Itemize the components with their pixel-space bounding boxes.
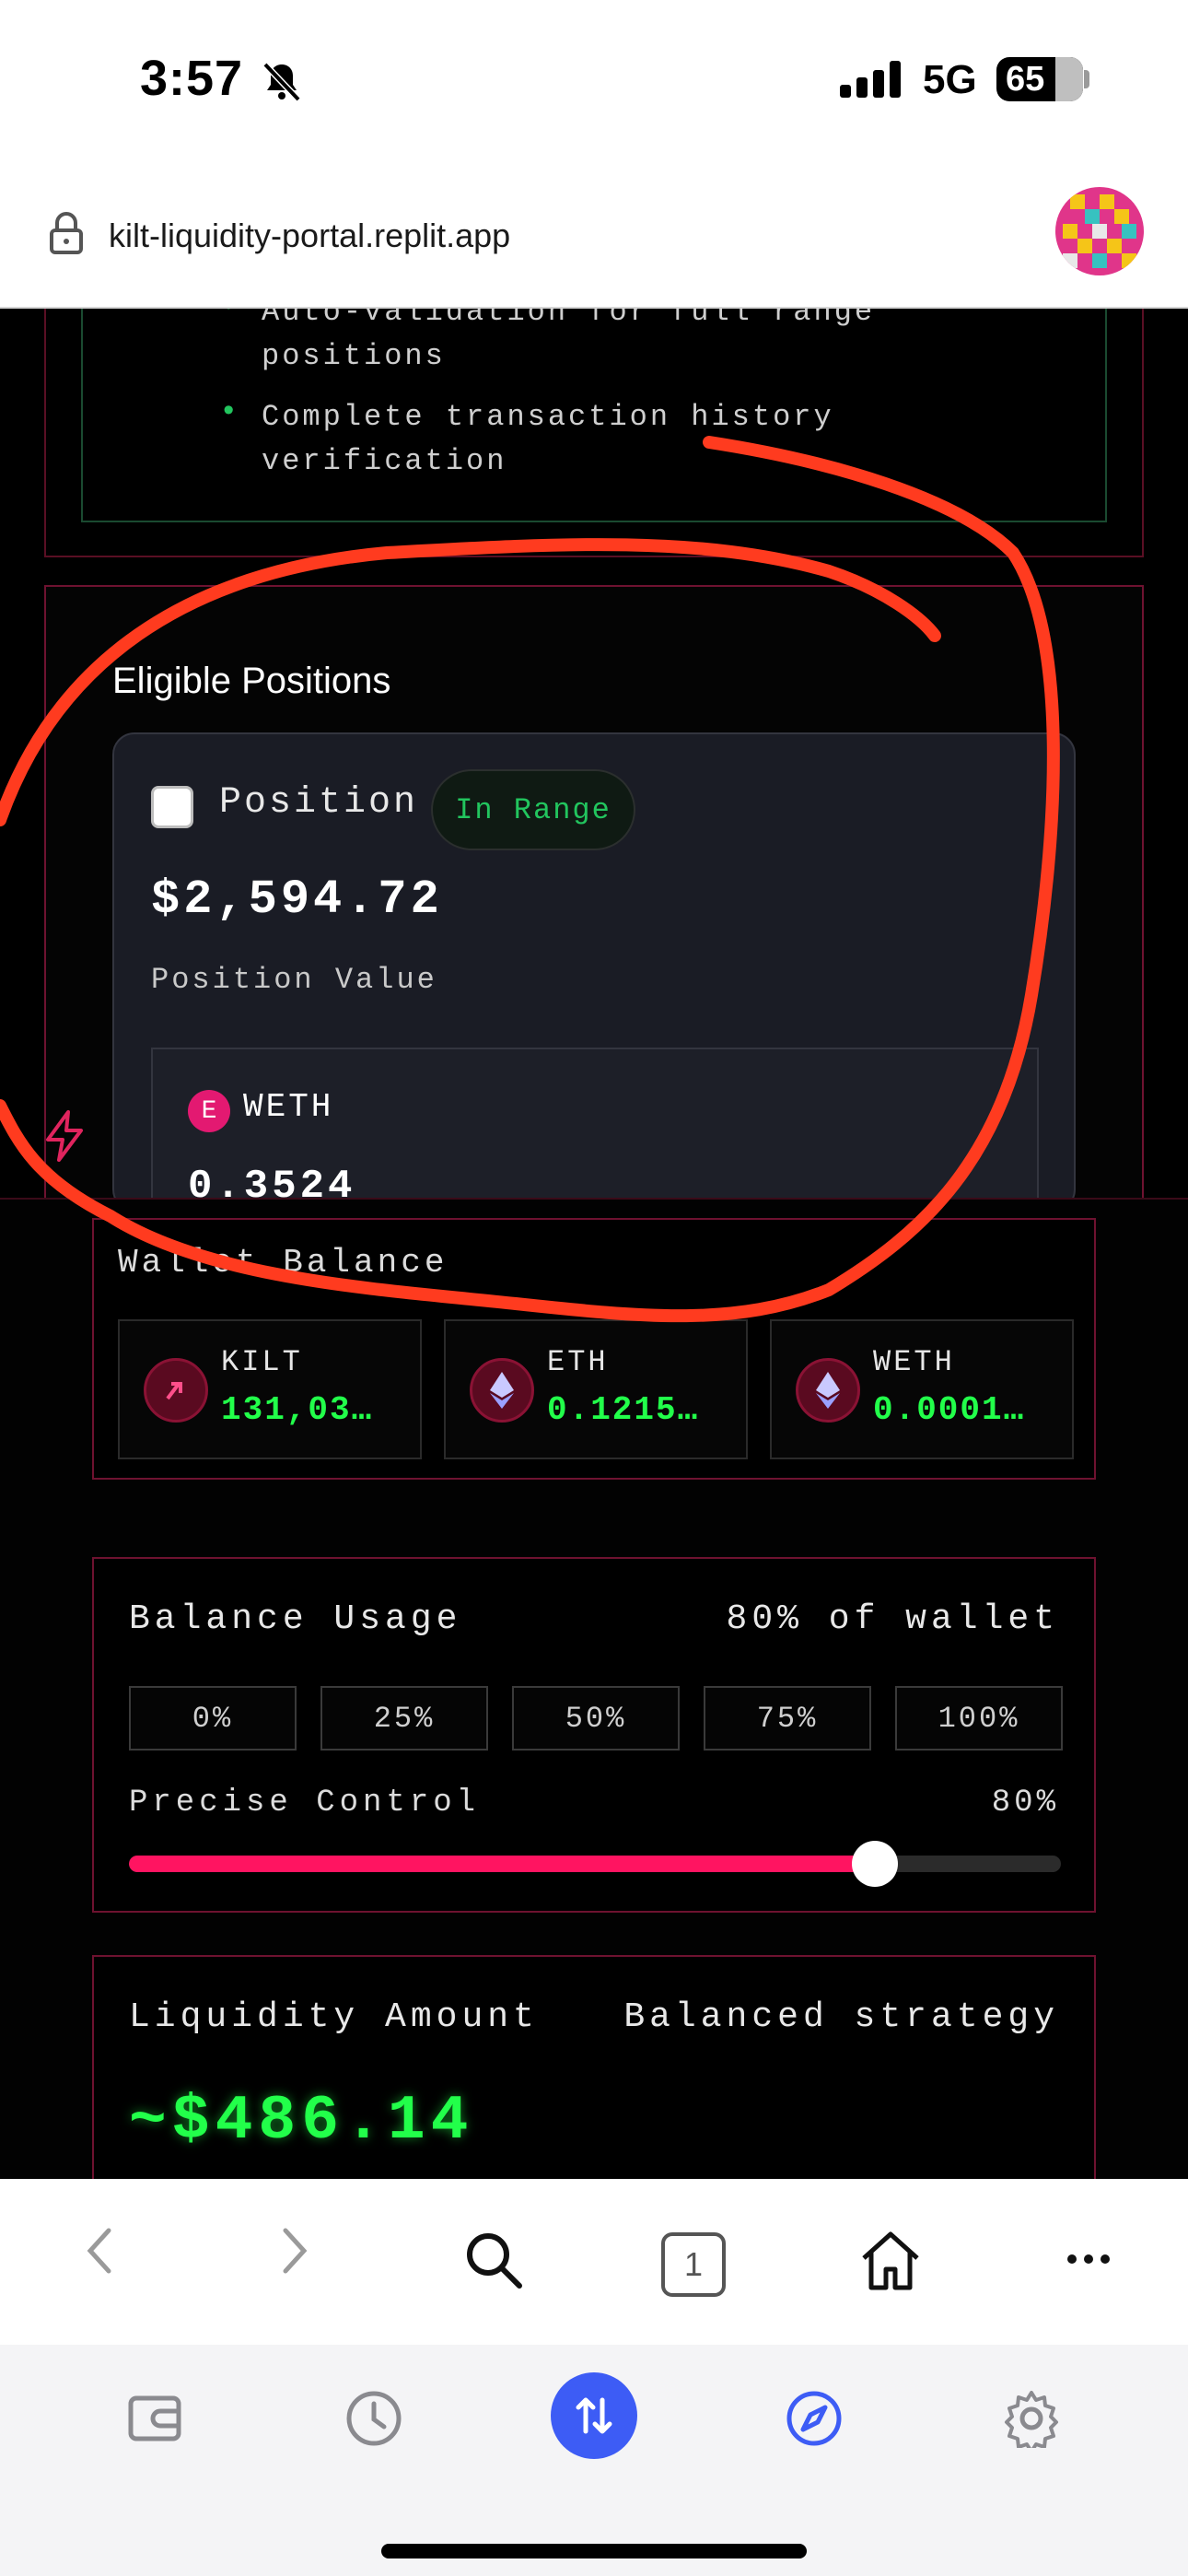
forward-icon[interactable]: [276, 2223, 313, 2278]
preset-50-button[interactable]: 50%: [512, 1686, 680, 1751]
feature-line: Auto-validation for full range: [262, 309, 876, 329]
precise-control-value: 80%: [991, 1786, 1059, 1821]
wallet-balance-card: Wallet Balance KILT 131,03… ETH 0.1215…: [92, 1218, 1096, 1480]
kilt-icon: [144, 1358, 208, 1423]
explore-icon[interactable]: [785, 2389, 844, 2448]
preset-25-button[interactable]: 25%: [320, 1686, 488, 1751]
feature-line: Complete transaction history: [262, 400, 834, 434]
battery-tip: [1084, 70, 1089, 88]
url-text[interactable]: kilt-liquidity-portal.replit.app: [109, 217, 510, 255]
home-indicator: [381, 2544, 807, 2558]
feature-line: verification: [262, 444, 507, 478]
usage-slider-fill: [129, 1856, 875, 1872]
lock-icon: [50, 212, 83, 254]
precise-control-label: Precise Control: [129, 1786, 481, 1821]
network-type: 5G: [923, 57, 977, 102]
eligible-positions-title: Eligible Positions: [112, 661, 391, 701]
silent-bell-icon: [262, 62, 301, 102]
home-icon[interactable]: [858, 2229, 923, 2291]
wallet-icon[interactable]: [127, 2389, 182, 2444]
more-icon[interactable]: [1066, 2253, 1111, 2266]
preset-100-button[interactable]: 100%: [895, 1686, 1063, 1751]
token-breakdown: E WETH 0.3524: [151, 1048, 1039, 1210]
usage-slider-thumb[interactable]: [851, 1841, 898, 1887]
settings-icon[interactable]: [1002, 2389, 1061, 2448]
position-checkbox[interactable]: [151, 786, 193, 828]
history-icon[interactable]: [344, 2389, 403, 2448]
battery-level: 65: [1006, 59, 1045, 99]
bullet-dot: •: [219, 395, 239, 430]
liquidity-amount-title: Liquidity Amount: [129, 1997, 539, 2037]
token-balance: 0.0001…: [873, 1391, 1026, 1429]
lightning-icon: [46, 1110, 83, 1162]
token-eth[interactable]: ETH 0.1215…: [444, 1319, 748, 1459]
browser-toolbar: 1: [0, 2179, 1188, 2345]
token-kilt[interactable]: KILT 131,03…: [118, 1319, 422, 1459]
liquidity-amount-card: Liquidity Amount Balanced strategy ~$486…: [92, 1955, 1096, 2179]
position-card[interactable]: Position In Range $2,594.72 Position Val…: [112, 732, 1076, 1212]
page-content: • Auto-validation for full range positio…: [0, 309, 1188, 2179]
liquidity-amount-value: ~$486.14: [129, 2086, 474, 2157]
signal-icon: [840, 61, 901, 98]
battery-indicator: 65: [996, 57, 1083, 101]
app-tab-bar: [0, 2345, 1188, 2576]
usage-slider-track[interactable]: [129, 1856, 1061, 1872]
token-balance: 0.1215…: [547, 1391, 700, 1429]
back-icon[interactable]: [81, 2223, 118, 2278]
status-time: 3:57: [140, 51, 244, 106]
token-name: ETH: [547, 1345, 609, 1379]
liquidity-panel: Wallet Balance KILT 131,03… ETH 0.1215…: [0, 1198, 1188, 2179]
browser-url-bar[interactable]: kilt-liquidity-portal.replit.app: [0, 170, 1188, 309]
search-icon[interactable]: [464, 2231, 523, 2289]
balance-usage-summary: 80% of wallet: [726, 1599, 1059, 1639]
preset-75-button[interactable]: 75%: [704, 1686, 871, 1751]
feature-line: positions: [262, 339, 446, 373]
position-label: Position: [219, 782, 419, 824]
token-name: WETH: [873, 1345, 955, 1379]
balance-usage-title: Balance Usage: [129, 1599, 462, 1639]
weth-icon: [796, 1358, 860, 1423]
swap-button[interactable]: [551, 2372, 637, 2459]
token-balance: 131,03…: [221, 1391, 374, 1429]
status-bar: 3:57 5G 65: [0, 0, 1188, 170]
token-weth[interactable]: WETH 0.0001…: [770, 1319, 1074, 1459]
liquidity-strategy: Balanced strategy: [623, 1997, 1059, 2037]
token-name: KILT: [221, 1345, 303, 1379]
balance-usage-card: Balance Usage 80% of wallet 0% 25% 50% 7…: [92, 1557, 1096, 1913]
tabs-button[interactable]: 1: [661, 2232, 726, 2297]
weth-badge-icon: E: [188, 1090, 230, 1132]
in-range-badge: In Range: [431, 769, 635, 850]
position-value: $2,594.72: [151, 872, 443, 927]
eth-icon: [470, 1358, 534, 1423]
wallet-balance-title: Wallet Balance: [118, 1244, 448, 1282]
bullet-dot: •: [219, 309, 238, 325]
preset-0-button[interactable]: 0%: [129, 1686, 297, 1751]
account-avatar-icon[interactable]: [1055, 187, 1144, 275]
token-name: WETH: [243, 1088, 334, 1126]
swap-icon: [576, 2397, 612, 2434]
position-value-label: Position Value: [151, 963, 437, 997]
